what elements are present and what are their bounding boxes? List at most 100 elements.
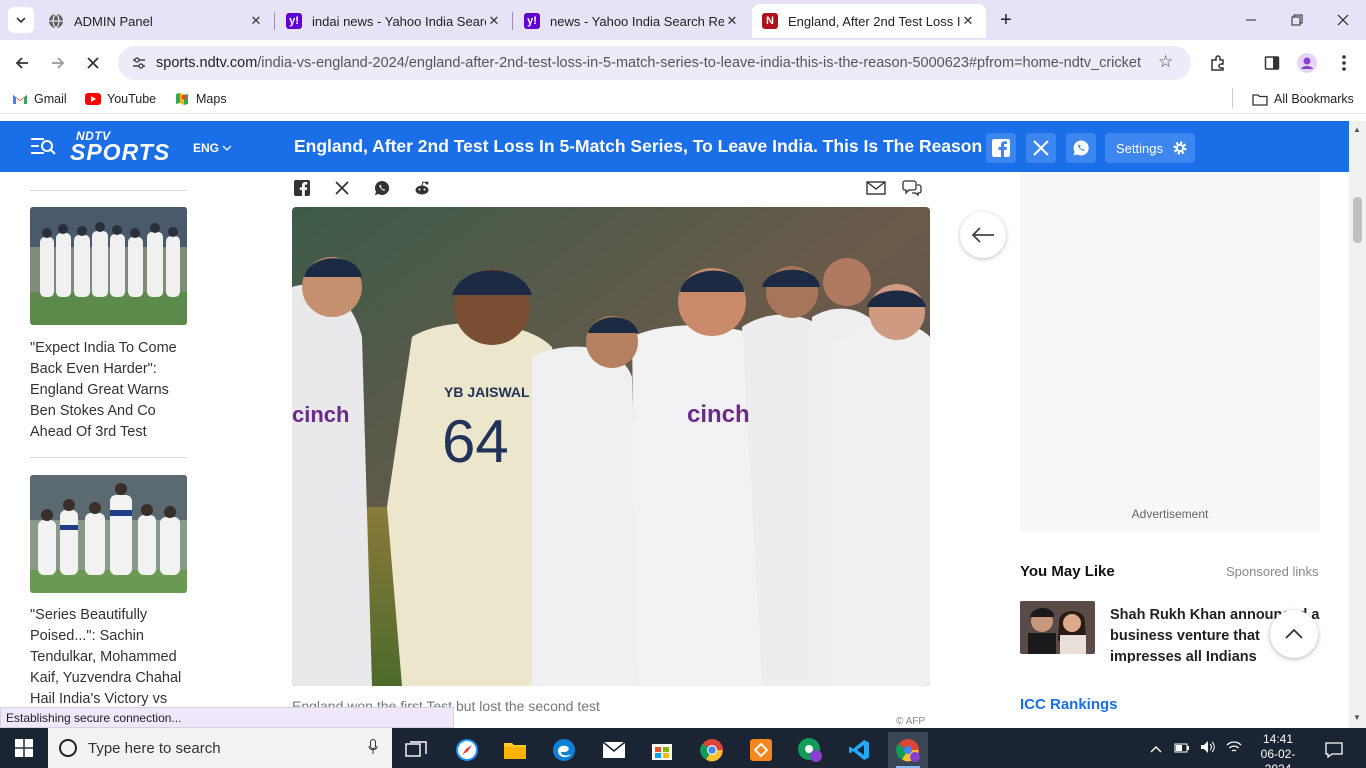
- start-button[interactable]: [0, 728, 48, 768]
- sponsored-links-label[interactable]: Sponsored links: [1226, 564, 1319, 579]
- tab-title: ADMIN Panel: [74, 13, 153, 29]
- email-icon[interactable]: [866, 178, 886, 198]
- ndtv-sports-logo[interactable]: NDTV SPORTS: [70, 129, 190, 165]
- language-selector[interactable]: ENG: [193, 141, 232, 155]
- reddit-icon[interactable]: [412, 178, 432, 198]
- chrome-profile-icon[interactable]: [790, 732, 830, 768]
- x-icon[interactable]: [332, 178, 352, 198]
- status-bubble: Establishing secure connection...: [0, 707, 454, 728]
- page-scrollbar[interactable]: ▲ ▼: [1349, 121, 1366, 728]
- tab-ndtv-article[interactable]: N England, After 2nd Test Loss In 5 ✕: [752, 4, 986, 38]
- close-icon[interactable]: ✕: [724, 13, 740, 29]
- microsoft-store-icon[interactable]: [642, 732, 682, 768]
- side-panel-icon[interactable]: [1260, 51, 1284, 75]
- tab-admin-panel[interactable]: ADMIN Panel ✕: [38, 4, 274, 38]
- chevron-up-icon[interactable]: [1150, 741, 1162, 756]
- battery-icon[interactable]: [1174, 741, 1190, 756]
- profile-avatar[interactable]: [1295, 51, 1319, 75]
- all-bookmarks[interactable]: All Bookmarks: [1252, 92, 1354, 106]
- facebook-icon: [992, 139, 1010, 157]
- scroll-down-arrow-icon[interactable]: ▼: [1353, 713, 1361, 722]
- facebook-share-button[interactable]: [986, 133, 1016, 163]
- england-team-walking-photo: YB JAISWAL 64 cinch cinch: [292, 207, 930, 686]
- site-info-icon[interactable]: [130, 54, 148, 72]
- rail-headline-2[interactable]: "Series Beautifully Poised...": Sachin T…: [30, 605, 190, 710]
- task-view-icon[interactable]: [396, 732, 436, 768]
- new-tab-button[interactable]: +: [994, 9, 1018, 33]
- maps-icon: [174, 92, 190, 106]
- bookmark-maps[interactable]: Maps: [174, 92, 227, 106]
- network-icon[interactable]: [1226, 740, 1242, 757]
- more-menu-icon[interactable]: [1332, 51, 1356, 75]
- language-label: ENG: [193, 141, 220, 155]
- close-icon[interactable]: ✕: [248, 13, 264, 29]
- extensions-icon[interactable]: [1206, 51, 1230, 75]
- system-clock[interactable]: 14:41 06-02-2024: [1252, 732, 1304, 768]
- vscode-icon[interactable]: [839, 732, 879, 768]
- rail-divider: [30, 457, 187, 458]
- chevron-down-icon: [222, 145, 232, 151]
- chevron-up-icon: [1285, 628, 1303, 639]
- icc-rankings-heading[interactable]: ICC Rankings: [1020, 696, 1118, 713]
- taskbar-search-input[interactable]: Type here to search: [48, 728, 392, 768]
- chrome-icon[interactable]: [692, 732, 732, 768]
- arrow-left-icon: [971, 227, 994, 243]
- menu-search-icon[interactable]: [30, 135, 56, 159]
- comments-icon[interactable]: [902, 178, 922, 198]
- notifications-icon[interactable]: [1314, 732, 1354, 768]
- url-domain: sports.ndtv.com: [156, 55, 258, 71]
- whatsapp-icon[interactable]: [372, 178, 392, 198]
- volume-icon[interactable]: [1200, 740, 1216, 757]
- x-share-button[interactable]: [1026, 133, 1056, 163]
- facebook-icon[interactable]: [292, 178, 312, 198]
- bookmark-gmail[interactable]: Gmail: [12, 92, 67, 106]
- ad-label: Advertisement: [1131, 507, 1209, 521]
- scroll-thumb[interactable]: [1353, 197, 1362, 243]
- whatsapp-share-button[interactable]: [1066, 133, 1096, 163]
- you-may-like-heading: You May Like: [1020, 563, 1115, 580]
- minimize-icon: [1246, 19, 1256, 21]
- back-arrow-button[interactable]: [960, 212, 1006, 258]
- bookmark-youtube[interactable]: YouTube: [85, 92, 156, 106]
- scroll-up-arrow-icon[interactable]: ▲: [1353, 125, 1361, 134]
- bookmarks-divider: [1232, 88, 1233, 108]
- restore-button[interactable]: [1274, 0, 1320, 40]
- safari-icon[interactable]: [447, 732, 487, 768]
- rail-divider: [30, 190, 187, 191]
- forward-button[interactable]: [44, 49, 72, 77]
- advertisement-slot[interactable]: Advertisement: [1020, 172, 1320, 531]
- address-bar[interactable]: sports.ndtv.com/india-vs-england-2024/en…: [118, 46, 1191, 80]
- url-path: /india-vs-england-2024/england-after-2nd…: [257, 55, 1141, 71]
- app-launcher-icon[interactable]: [741, 732, 781, 768]
- tab-search-button[interactable]: [8, 7, 34, 33]
- microphone-icon[interactable]: [368, 739, 378, 755]
- tab-strip: ADMIN Panel ✕ y! indai news - Yahoo Indi…: [0, 0, 1366, 40]
- mail-icon[interactable]: [594, 732, 634, 768]
- tab-title: England, After 2nd Test Loss In 5: [788, 13, 960, 29]
- scroll-to-top-button[interactable]: [1270, 610, 1318, 658]
- file-explorer-icon[interactable]: [495, 732, 535, 768]
- minimize-button[interactable]: [1228, 0, 1274, 40]
- rail-thumbnail-1[interactable]: [30, 207, 187, 325]
- tab-divider: [512, 12, 513, 30]
- clock-time: 14:41: [1262, 732, 1294, 746]
- restore-icon: [1291, 14, 1303, 26]
- rail-thumbnail-2[interactable]: [30, 475, 187, 593]
- tab-yahoo-search-2[interactable]: y! news - Yahoo India Search Results ✕: [514, 4, 750, 38]
- close-window-button[interactable]: [1320, 0, 1366, 40]
- promo-thumbnail[interactable]: [1020, 601, 1095, 654]
- chrome-active-icon[interactable]: [888, 732, 928, 768]
- back-button[interactable]: [8, 49, 36, 77]
- arrow-right-icon: [52, 57, 65, 69]
- close-icon[interactable]: ✕: [486, 13, 502, 29]
- rail-headline-1[interactable]: "Expect India To Come Back Even Harder":…: [30, 338, 190, 443]
- edge-icon[interactable]: [544, 732, 584, 768]
- close-icon[interactable]: ✕: [960, 13, 976, 29]
- stop-loading-button[interactable]: [79, 49, 107, 77]
- logo-main-text: SPORTS: [70, 139, 171, 165]
- settings-button[interactable]: Settings: [1105, 133, 1195, 163]
- bookmark-star-icon[interactable]: ☆: [1158, 52, 1173, 72]
- jersey-sponsor-left: cinch: [292, 402, 349, 427]
- tab-yahoo-search-1[interactable]: y! indai news - Yahoo India Search ✕: [276, 4, 512, 38]
- jersey-sponsor: cinch: [687, 401, 750, 428]
